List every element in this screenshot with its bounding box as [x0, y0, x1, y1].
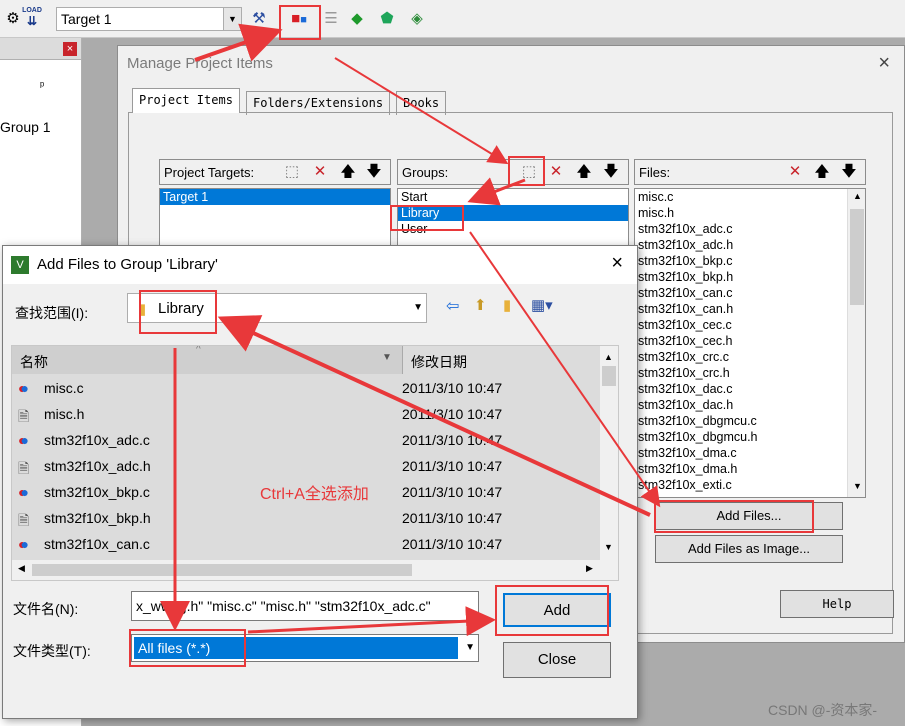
- arrow: [469, 231, 661, 508]
- arrow: [194, 23, 283, 62]
- annotation-text: Ctrl+A全选添加: [260, 486, 369, 503]
- watermark: CSDN @-资本家-: [768, 702, 878, 718]
- arrow: [467, 177, 526, 206]
- arrow: [334, 57, 509, 165]
- arrow: [247, 606, 496, 637]
- tab-project-items[interactable]: Project Items: [132, 88, 240, 113]
